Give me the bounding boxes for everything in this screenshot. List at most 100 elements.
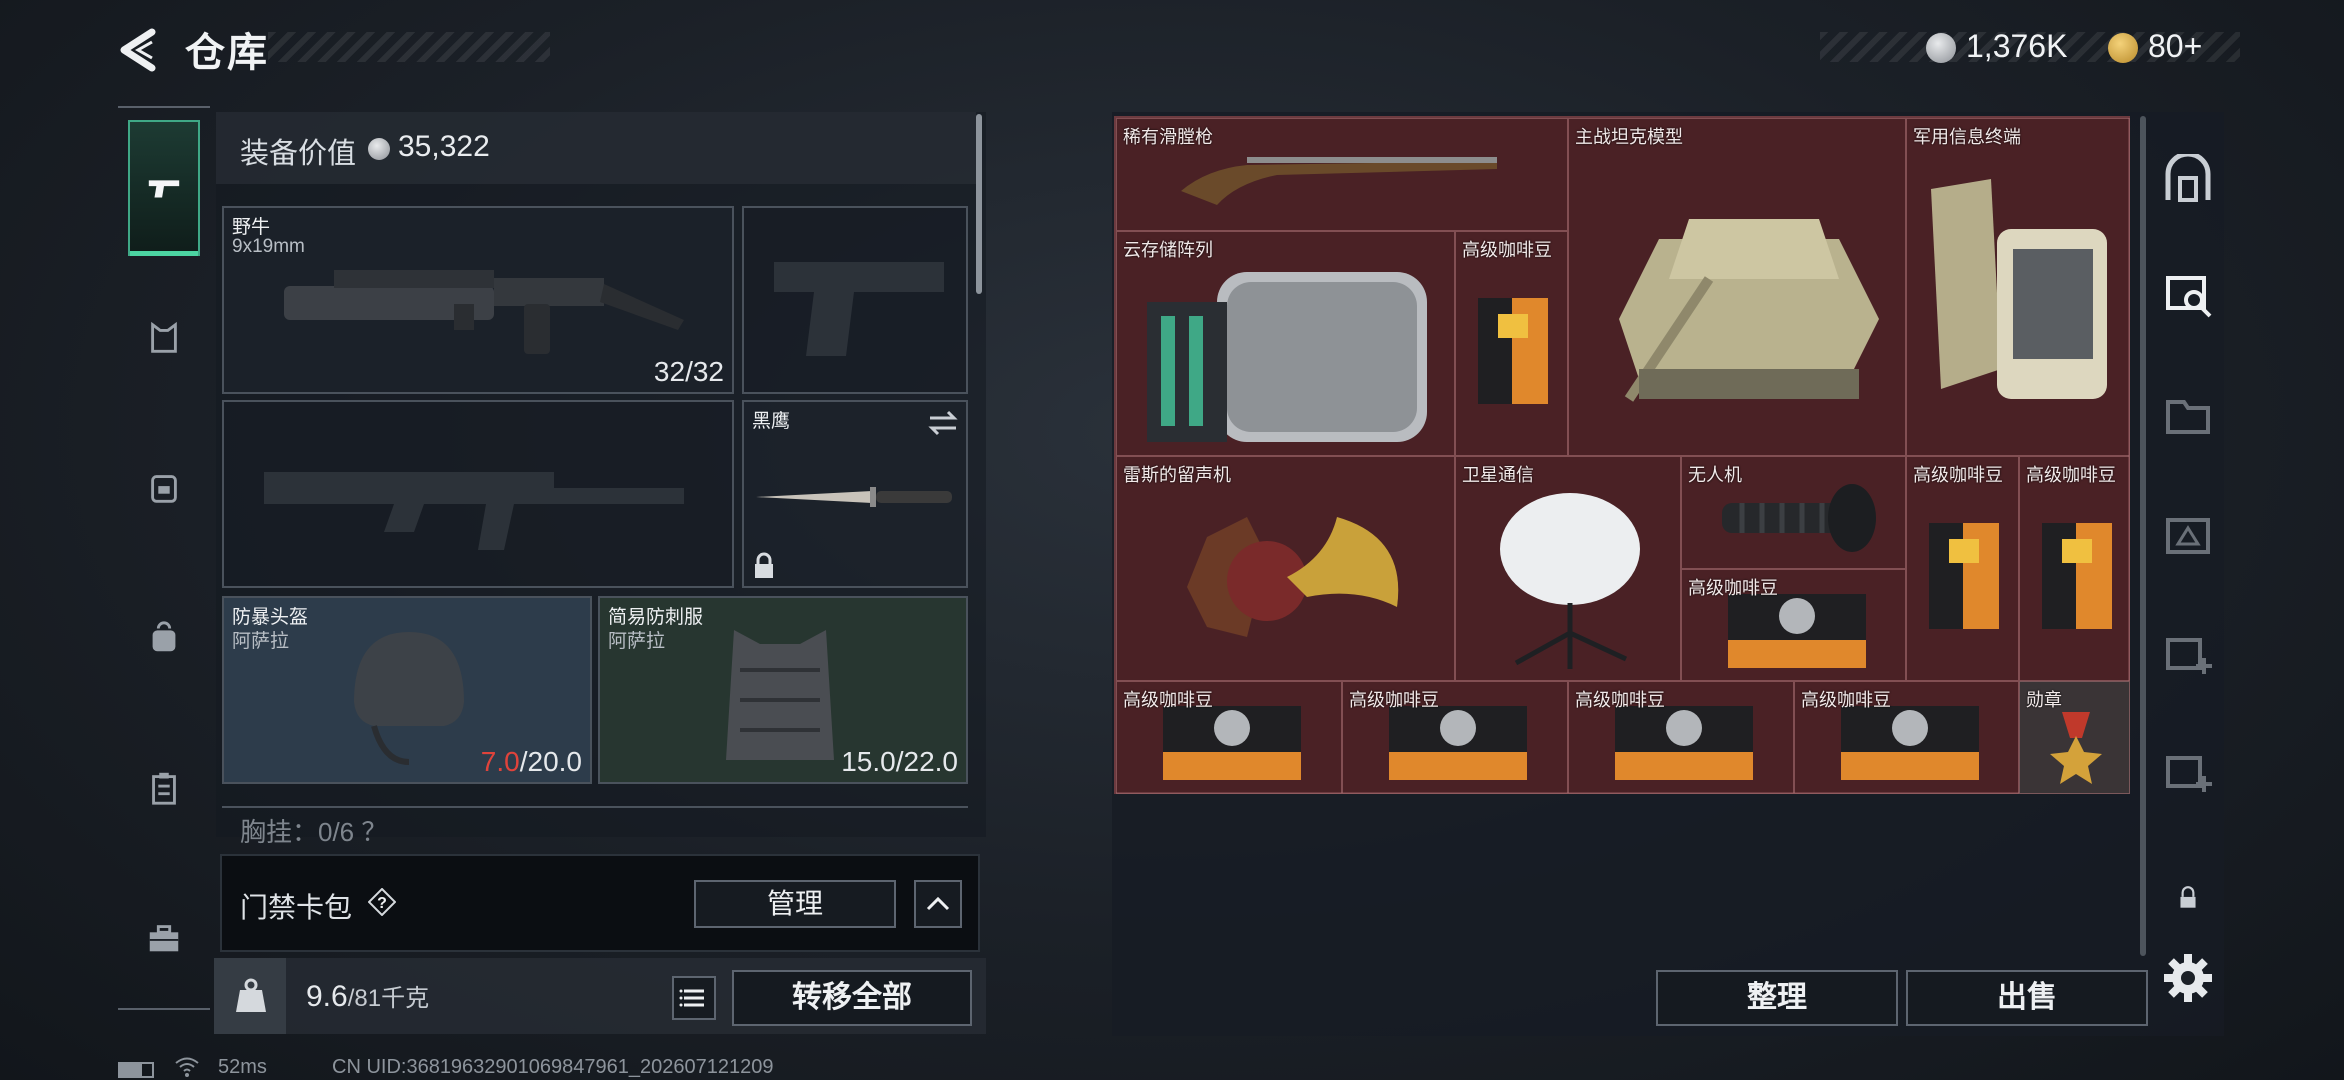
secondary-weapon-slot[interactable] (222, 400, 734, 588)
item-name: 主战坦克模型 (1575, 127, 1683, 147)
stash-item-satellite-comm[interactable]: 卫星通信 (1455, 456, 1681, 681)
add-storage-icon (2166, 756, 2212, 792)
stash-item-cloud-storage[interactable]: 云存储阵列 (1116, 231, 1455, 456)
melee-name: 黑鹰 (752, 411, 791, 432)
item-name: 高级咖啡豆 (1688, 578, 1778, 598)
item-name: 无人机 (1688, 465, 1742, 485)
armor-name: 简易防刺服 (608, 607, 704, 628)
side-tab-storage-folder[interactable] (2152, 374, 2224, 458)
stash-item-coffee-beans-3[interactable]: 高级咖啡豆 (1906, 456, 2019, 681)
side-tab-add-storage-2[interactable] (2152, 730, 2224, 814)
coffee-bag-icon (1478, 298, 1548, 404)
category-backpack[interactable] (128, 570, 200, 706)
stash-item-coffee-beans-1[interactable]: 高级咖啡豆 (1455, 231, 1568, 456)
sidearm-slot[interactable] (742, 206, 968, 394)
sell-button[interactable]: 出售 (1906, 970, 2148, 1026)
coffee-bag-icon (2042, 523, 2112, 629)
melee-slot[interactable]: 黑鹰 (742, 400, 968, 588)
weight-icon-box (214, 958, 286, 1034)
gold-coin-value[interactable]: 80+ (2148, 28, 2202, 65)
stash-item-coffee-beans-6[interactable]: 高级咖啡豆 (1342, 681, 1568, 794)
rig-icon (151, 475, 177, 503)
item-name: 军用信息终端 (1913, 127, 2021, 147)
list-view-button[interactable] (672, 976, 716, 1020)
stash-item-military-terminal[interactable]: 军用信息终端 (1906, 118, 2130, 456)
weight-max: /81千克 (347, 985, 430, 1012)
battery-icon (118, 1062, 154, 1078)
equipment-value: 35,322 (398, 130, 490, 163)
svg-text:?: ? (377, 895, 387, 912)
transfer-all-button[interactable]: 转移全部 (732, 970, 972, 1026)
side-tab-safe-box[interactable] (2152, 138, 2224, 222)
storage-folder-icon (2166, 400, 2210, 434)
item-name: 云存储阵列 (1123, 240, 1213, 260)
chest-rig-label: 胸挂：0/6 ？ (240, 817, 388, 847)
stash-item-gramophone[interactable]: 雷斯的留声机 (1116, 456, 1455, 681)
weight-current: 9.6 (306, 980, 348, 1013)
item-name: 高级咖啡豆 (1801, 690, 1891, 710)
stash-item-coffee-beans-7[interactable]: 高级咖啡豆 (1568, 681, 1794, 794)
stash-scrollbar[interactable] (2140, 116, 2146, 956)
smg-icon (284, 270, 684, 354)
helmet-durability-current: 7.0 (480, 746, 520, 777)
category-armor[interactable] (128, 270, 200, 406)
stash-item-drone[interactable]: 无人机 (1681, 456, 1906, 569)
coin-icon (368, 138, 390, 160)
stash-item-coffee-beans-5[interactable]: 高级咖啡豆 (1116, 681, 1342, 794)
armor-origin: 阿萨拉 (608, 631, 666, 652)
sort-button[interactable]: 整理 (1656, 970, 1898, 1026)
weight-value: 9.6/81千克 (306, 978, 429, 1014)
item-name: 雷斯的留声机 (1123, 465, 1231, 485)
satellite-dish-icon (1500, 493, 1640, 669)
weight-icon (236, 978, 266, 1012)
expand-button[interactable] (914, 880, 962, 928)
item-name: 稀有滑膛枪 (1123, 127, 1213, 147)
terminal-case-icon (1931, 179, 2107, 399)
gear-icon[interactable] (2160, 950, 2216, 1006)
back-arrow-icon[interactable] (116, 26, 164, 74)
equipment-scrollbar[interactable] (976, 114, 982, 294)
equipment-value-label: 装备价值 (240, 138, 357, 170)
stash-item-musket[interactable]: 稀有滑膛枪 (1116, 118, 1568, 231)
primary-weapon-name: 野牛 (232, 217, 271, 238)
stash-item-coffee-beans-8[interactable]: 高级咖啡豆 (1794, 681, 2019, 794)
item-name: 高级咖啡豆 (1349, 690, 1439, 710)
item-name: 勋章 (2026, 690, 2062, 710)
category-clipboard[interactable] (128, 720, 200, 856)
helmet-origin: 阿萨拉 (232, 631, 290, 652)
backpack-icon (152, 621, 176, 652)
stash-search-icon (2166, 276, 2212, 318)
stash-item-medal[interactable]: 勋章 (2019, 681, 2130, 794)
item-name: 卫星通信 (1462, 465, 1534, 485)
coffee-bag-icon (1929, 523, 1999, 629)
item-name: 高级咖啡豆 (1575, 690, 1665, 710)
lock-icon (755, 552, 773, 578)
side-tab-locked[interactable] (2152, 856, 2224, 940)
stash-item-coffee-beans-4[interactable]: 高级咖啡豆 (2019, 456, 2130, 681)
chevron-up-icon (926, 896, 950, 911)
stash-item-tank-model[interactable]: 主战坦克模型 (1568, 118, 1906, 456)
side-tab-add-storage-1[interactable] (2152, 612, 2224, 696)
vest-icon (726, 630, 834, 760)
manage-button[interactable]: 管理 (694, 880, 896, 928)
primary-weapon-slot[interactable]: 野牛 9x19mm 32/32 (222, 206, 734, 394)
category-weapons[interactable] (128, 120, 200, 256)
item-name: 高级咖啡豆 (2026, 465, 2116, 485)
add-storage-icon (2166, 638, 2212, 674)
safe-box-icon (2165, 154, 2211, 202)
help-icon[interactable]: ? (368, 888, 396, 916)
side-tab-storage-triangle[interactable] (2152, 494, 2224, 578)
side-tab-stash-search[interactable] (2152, 252, 2224, 336)
armor-durability: 15.0/22.0 (841, 746, 958, 777)
item-name: 高级咖啡豆 (1462, 240, 1552, 260)
ping-text: 52ms (218, 1056, 267, 1078)
category-toolbox[interactable] (128, 870, 200, 1006)
armor-slot[interactable]: 简易防刺服 阿萨拉 15.0/22.0 (598, 596, 968, 784)
category-rig[interactable] (128, 420, 200, 556)
helmet-slot[interactable]: 防暴头盔 阿萨拉 7.0/20.0 (222, 596, 592, 784)
tank-icon (1619, 219, 1879, 402)
swap-icon[interactable] (928, 410, 958, 436)
knife-icon (756, 487, 952, 507)
drone-motor-icon (1722, 484, 1876, 552)
stash-item-coffee-beans-2[interactable]: 高级咖啡豆 (1681, 569, 1906, 681)
